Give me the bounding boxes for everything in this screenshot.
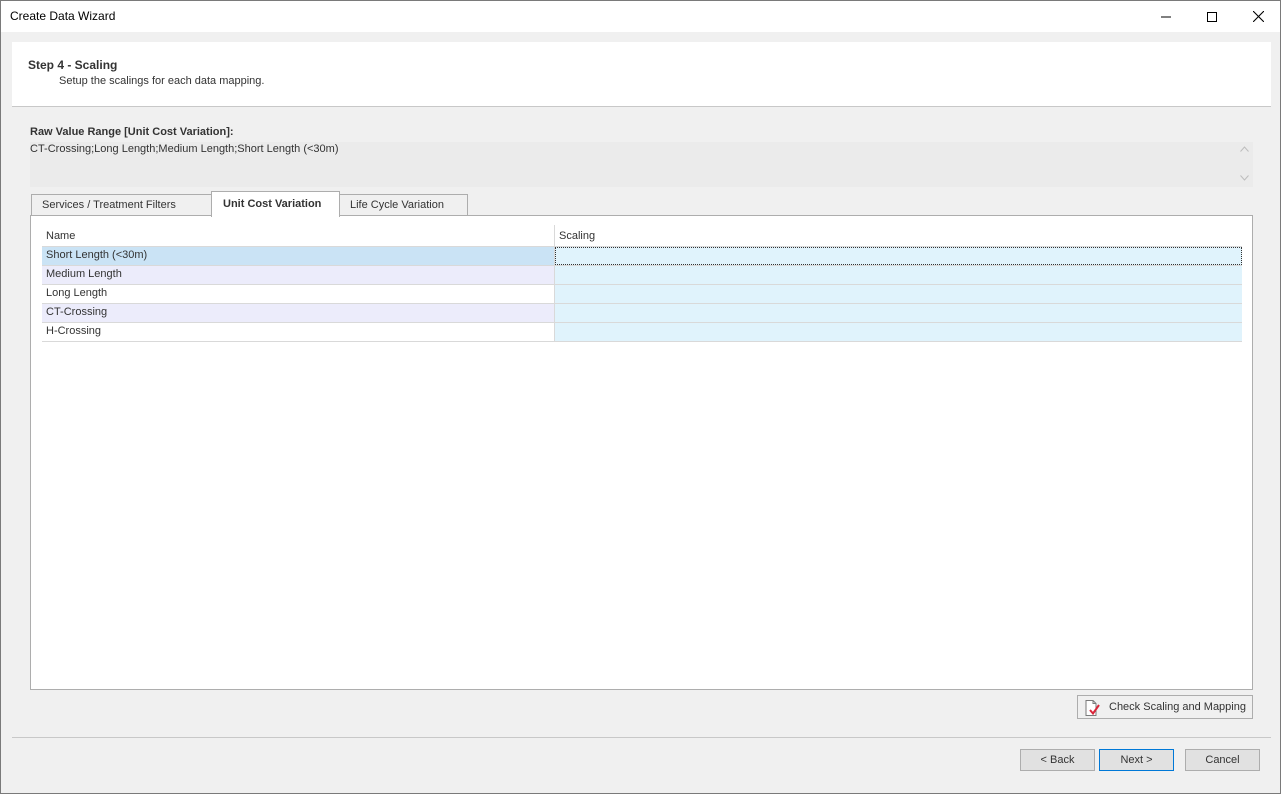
check-scaling-button[interactable]: Check Scaling and Mapping (1077, 695, 1253, 719)
raw-value-scrollbar[interactable] (1236, 142, 1253, 187)
next-button[interactable]: Next > (1099, 749, 1174, 771)
check-document-icon (1085, 700, 1100, 716)
table-row[interactable]: Short Length (<30m) (42, 247, 1242, 266)
raw-value-range-text: CT-Crossing;Long Length;Medium Length;Sh… (30, 143, 339, 155)
window-title: Create Data Wizard (10, 9, 116, 23)
tab-life-cycle-variation[interactable]: Life Cycle Variation (339, 194, 468, 216)
row-name-cell[interactable]: CT-Crossing (42, 304, 555, 322)
close-button[interactable] (1235, 1, 1281, 32)
tab-services-treatment-filters[interactable]: Services / Treatment Filters (31, 194, 212, 216)
table-row[interactable]: Medium Length (42, 266, 1242, 285)
column-header-name[interactable]: Name (42, 225, 555, 247)
scroll-down-icon[interactable] (1240, 175, 1249, 181)
raw-value-range-label: Raw Value Range [Unit Cost Variation]: (30, 126, 234, 138)
back-button[interactable]: < Back (1020, 749, 1095, 771)
step-header: Step 4 - Scaling Setup the scalings for … (12, 42, 1271, 107)
step-title: Step 4 - Scaling (28, 58, 118, 72)
column-header-scaling[interactable]: Scaling (555, 225, 1242, 247)
cancel-button[interactable]: Cancel (1185, 749, 1260, 771)
maximize-button[interactable] (1189, 1, 1235, 32)
row-scaling-cell[interactable] (555, 266, 1242, 284)
minimize-icon (1161, 16, 1171, 17)
row-scaling-cell[interactable] (555, 304, 1242, 322)
row-name-cell[interactable]: H-Crossing (42, 323, 555, 341)
title-bar: Create Data Wizard (1, 1, 1280, 32)
tab-unit-cost-variation[interactable]: Unit Cost Variation (211, 191, 340, 217)
table-row[interactable]: Long Length (42, 285, 1242, 304)
table-row[interactable]: CT-Crossing (42, 304, 1242, 323)
row-name-cell[interactable]: Medium Length (42, 266, 555, 284)
check-scaling-label: Check Scaling and Mapping (1109, 701, 1246, 713)
row-scaling-cell[interactable] (555, 285, 1242, 303)
grid-header: Name Scaling (42, 225, 1242, 247)
tab-panel: Name Scaling Short Length (<30m) Medium … (30, 215, 1253, 690)
row-scaling-cell[interactable] (555, 247, 1242, 265)
raw-value-range-box[interactable]: CT-Crossing;Long Length;Medium Length;Sh… (30, 142, 1253, 187)
scroll-up-icon[interactable] (1240, 146, 1249, 152)
row-name-cell[interactable]: Short Length (<30m) (42, 247, 555, 265)
row-name-cell[interactable]: Long Length (42, 285, 555, 303)
scaling-grid: Name Scaling Short Length (<30m) Medium … (42, 225, 1242, 679)
wizard-window: Create Data Wizard Step 4 - Scaling Setu… (0, 0, 1281, 794)
maximize-icon (1207, 11, 1217, 22)
close-icon (1252, 11, 1264, 22)
footer-divider (12, 737, 1271, 738)
minimize-button[interactable] (1143, 1, 1189, 32)
step-description: Setup the scalings for each data mapping… (59, 75, 265, 87)
table-row[interactable]: H-Crossing (42, 323, 1242, 342)
row-scaling-cell[interactable] (555, 323, 1242, 341)
